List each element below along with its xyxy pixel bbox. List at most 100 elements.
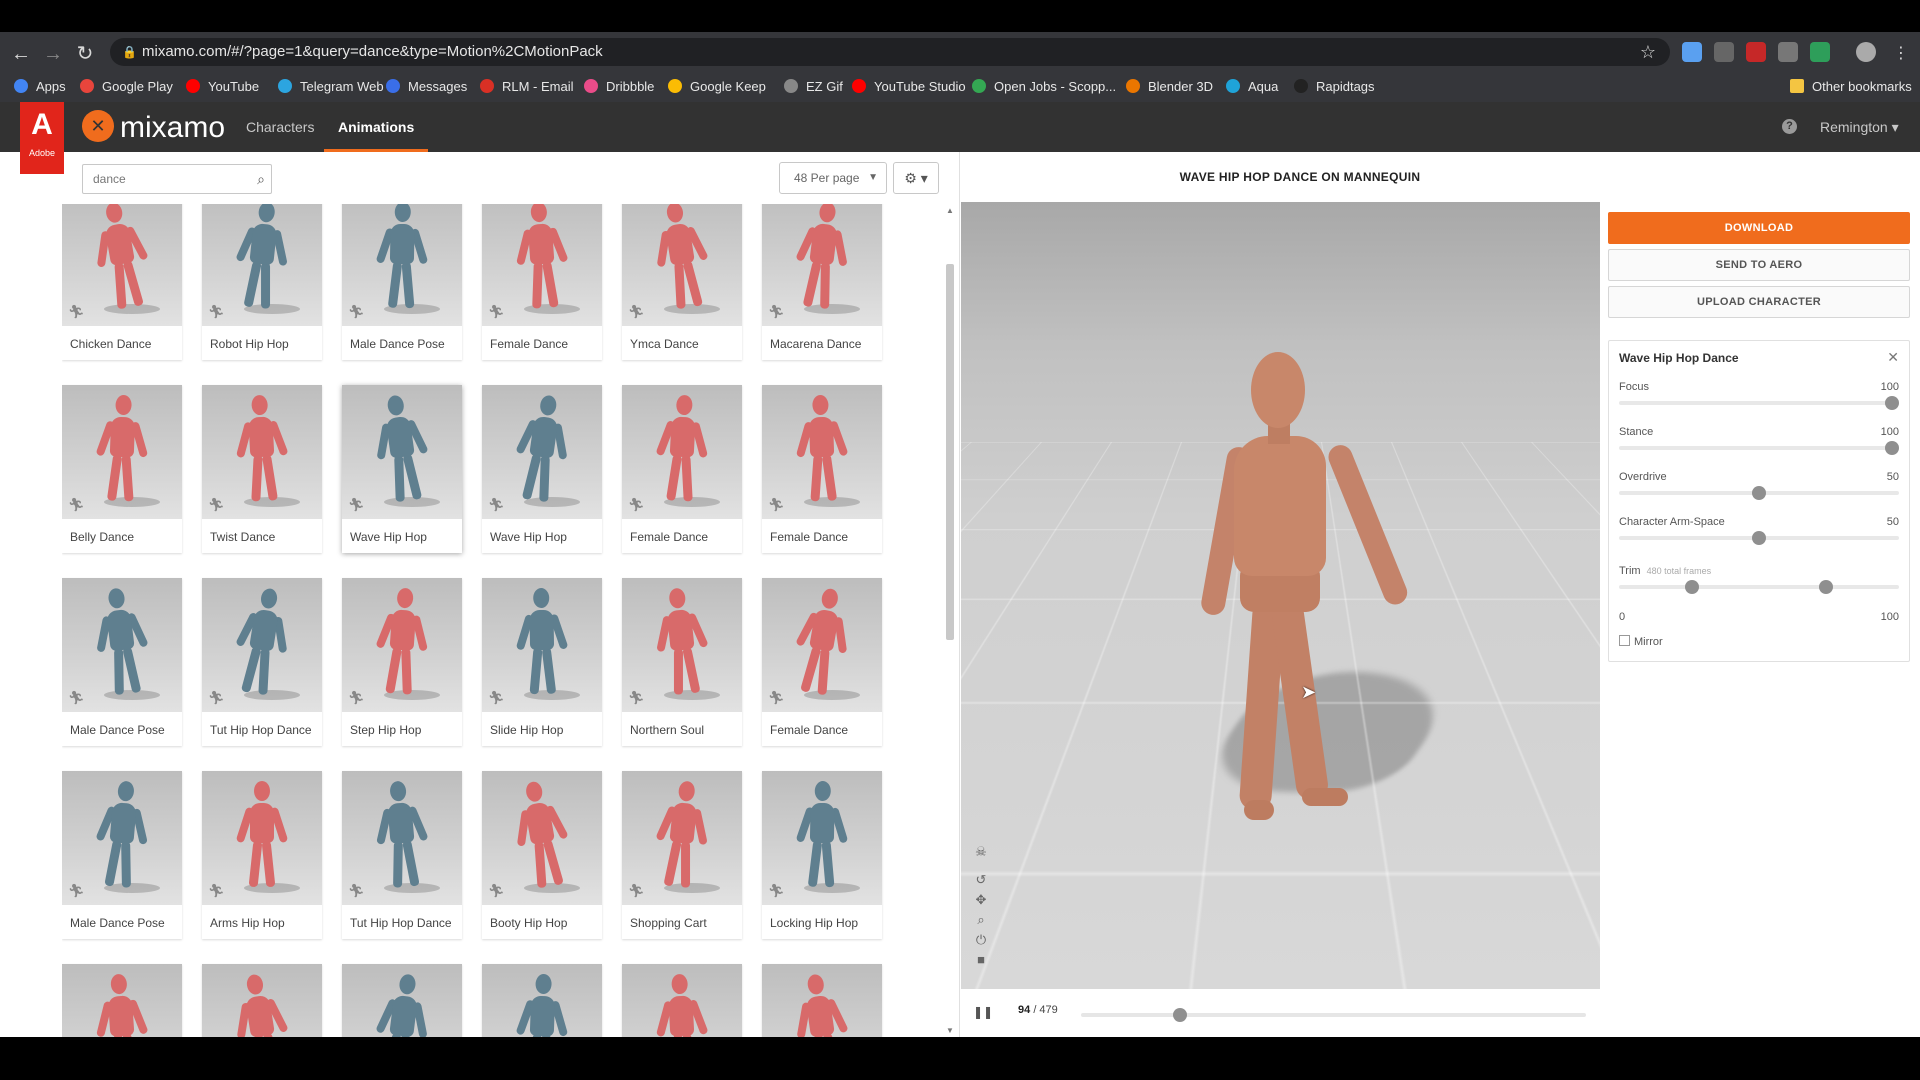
bookmark-item[interactable]: Aqua [1226, 77, 1278, 97]
extension-cast-icon[interactable] [1714, 42, 1734, 62]
animation-card[interactable]: 🏃︎ Female Dance [762, 578, 882, 746]
mixamo-logo[interactable]: mixamo [82, 108, 225, 148]
animation-card[interactable]: 🏃︎ Macarena Dance [762, 204, 882, 360]
timeline-knob[interactable] [1172, 1008, 1187, 1022]
animation-card[interactable]: 🏃︎ Female Dance [762, 385, 882, 553]
extension-drive-icon[interactable] [1810, 42, 1830, 62]
bookmark-star-icon[interactable]: ☆ [1640, 38, 1656, 66]
animation-card[interactable]: 🏃︎ Female Dance [622, 385, 742, 553]
power-icon[interactable]: ⏻ [973, 932, 989, 948]
extension-shield-icon[interactable] [1682, 42, 1702, 62]
tab-characters[interactable]: Characters [246, 102, 314, 152]
timeline-track[interactable] [1081, 1008, 1586, 1022]
slider-rail[interactable] [1619, 441, 1899, 455]
search-input[interactable]: dance ⌕ [82, 164, 272, 194]
animation-card[interactable]: 🏃︎ Twist Dance [202, 385, 322, 553]
animation-card[interactable]: 🏃︎ Booty Hip Hop [482, 771, 602, 939]
reload-icon[interactable]: ↻ [70, 39, 100, 69]
setting-slider[interactable]: Character Arm-Space 50 [1619, 516, 1899, 556]
animation-card[interactable]: 🏃︎ Northern Soul [622, 578, 742, 746]
per-page-select[interactable]: 48 Per page ▼ [779, 162, 887, 194]
address-bar[interactable]: 🔒 mixamo.com/#/?page=1&query=dance&type=… [110, 38, 1670, 66]
animation-card[interactable]: 🏃︎ Female Dance [482, 204, 602, 360]
animation-card[interactable]: 🏃︎ [762, 964, 882, 1037]
slider-rail[interactable] [1619, 531, 1899, 545]
slider-handle[interactable] [1752, 486, 1766, 500]
send-to-aero-button[interactable]: SEND TO AERO [1608, 249, 1910, 281]
forward-icon[interactable]: → [38, 39, 68, 69]
tab-animations[interactable]: Animations [324, 102, 429, 152]
animation-card[interactable]: 🏃︎ Male Dance Pose [342, 204, 462, 360]
back-icon[interactable]: ← [6, 39, 36, 69]
animation-card[interactable]: 🏃︎ Step Hip Hop [342, 578, 462, 746]
trim-rail[interactable] [1619, 580, 1899, 594]
profile-avatar[interactable] [1856, 42, 1876, 62]
slider-handle[interactable] [1885, 396, 1899, 410]
browser-menu-icon[interactable]: ⋮ [1886, 39, 1916, 69]
extension-badge-icon[interactable] [1778, 42, 1798, 62]
bookmark-item[interactable]: Dribbble [584, 77, 654, 97]
bookmark-item[interactable]: EZ Gif [784, 77, 843, 97]
reset-view-icon[interactable]: ↺ [973, 872, 989, 888]
animation-card[interactable]: 🏃︎ [622, 964, 742, 1037]
trim-start-handle[interactable] [1684, 580, 1699, 594]
scroll-down-icon[interactable]: ▼ [946, 1026, 954, 1035]
slider-rail[interactable] [1619, 486, 1899, 500]
settings-dropdown[interactable]: ⚙ ▾ [893, 162, 939, 194]
extension-abp-icon[interactable] [1746, 42, 1766, 62]
animation-card[interactable]: 🏃︎ Belly Dance [62, 385, 182, 553]
mirror-checkbox[interactable]: Mirror [1619, 635, 1663, 648]
trim-slider[interactable]: Trim 480 total frames [1619, 565, 1899, 605]
animation-card[interactable]: 🏃︎ [482, 964, 602, 1037]
slider-rail[interactable] [1619, 396, 1899, 410]
slider-handle[interactable] [1885, 441, 1899, 455]
adobe-logo[interactable]: A Adobe [20, 102, 64, 174]
animation-card[interactable]: 🏃︎ Male Dance Pose [62, 578, 182, 746]
bookmark-item[interactable]: Messages [386, 77, 467, 97]
slider-handle[interactable] [1752, 531, 1766, 545]
animation-card[interactable]: 🏃︎ Chicken Dance [62, 204, 182, 360]
animation-card[interactable]: 🏃︎ Male Dance Pose [62, 771, 182, 939]
bookmark-item[interactable]: Google Keep [668, 77, 766, 97]
bookmark-item[interactable]: Google Play [80, 77, 173, 97]
download-button[interactable]: DOWNLOAD [1608, 212, 1910, 244]
animation-card[interactable]: 🏃︎ Arms Hip Hop [202, 771, 322, 939]
pause-icon[interactable]: ❚❚ [973, 1005, 993, 1019]
animation-card[interactable]: 🏃︎ Ymca Dance [622, 204, 742, 360]
bookmark-item[interactable]: Open Jobs - Scopp... [972, 77, 1116, 97]
setting-slider[interactable]: Overdrive 50 [1619, 471, 1899, 511]
animation-card[interactable]: 🏃︎ Shopping Cart [622, 771, 742, 939]
help-icon[interactable]: ? [1782, 119, 1797, 134]
animation-card[interactable]: 🏃︎ Tut Hip Hop Dance [342, 771, 462, 939]
animation-card[interactable]: 🏃︎ Wave Hip Hop [342, 385, 462, 553]
upload-character-button[interactable]: UPLOAD CHARACTER [1608, 286, 1910, 318]
bookmark-item[interactable]: Rapidtags [1294, 77, 1375, 97]
animation-card[interactable]: 🏃︎ Wave Hip Hop [482, 385, 602, 553]
setting-slider[interactable]: Stance 100 [1619, 426, 1899, 466]
bookmark-item[interactable]: RLM - Email [480, 77, 574, 97]
animation-card[interactable]: 🏃︎ Robot Hip Hop [202, 204, 322, 360]
setting-slider[interactable]: Focus 100 [1619, 381, 1899, 421]
animation-card[interactable]: 🏃︎ Slide Hip Hop [482, 578, 602, 746]
animation-card[interactable]: 🏃︎ [202, 964, 322, 1037]
bookmark-item[interactable]: Blender 3D [1126, 77, 1213, 97]
bookmark-item[interactable]: Apps [14, 77, 66, 97]
3d-viewport[interactable]: ➤ ☠ ↺ ✥ ⌕ ⏻ ■ [961, 202, 1600, 989]
camera-icon[interactable]: ■ [973, 952, 989, 968]
bookmark-item[interactable]: YouTube [186, 77, 259, 97]
trim-end-handle[interactable] [1819, 580, 1834, 594]
animation-card[interactable]: 🏃︎ Locking Hip Hop [762, 771, 882, 939]
scrollbar-thumb[interactable] [946, 264, 954, 640]
scroll-up-icon[interactable]: ▲ [946, 206, 954, 215]
animation-card[interactable]: 🏃︎ Tut Hip Hop Dance [202, 578, 322, 746]
search-icon[interactable]: ⌕ [257, 165, 265, 193]
skeleton-icon[interactable]: ☠ [973, 844, 989, 860]
close-icon[interactable]: ✕ [1887, 349, 1899, 366]
user-menu[interactable]: Remington ▾ [1820, 102, 1899, 152]
animation-card[interactable]: 🏃︎ [62, 964, 182, 1037]
zoom-icon[interactable]: ⌕ [973, 912, 989, 928]
bookmark-item[interactable]: YouTube Studio [852, 77, 966, 97]
animation-card[interactable]: 🏃︎ [342, 964, 462, 1037]
checkbox-box[interactable] [1619, 635, 1630, 646]
other-bookmarks[interactable]: Other bookmarks [1790, 77, 1912, 97]
